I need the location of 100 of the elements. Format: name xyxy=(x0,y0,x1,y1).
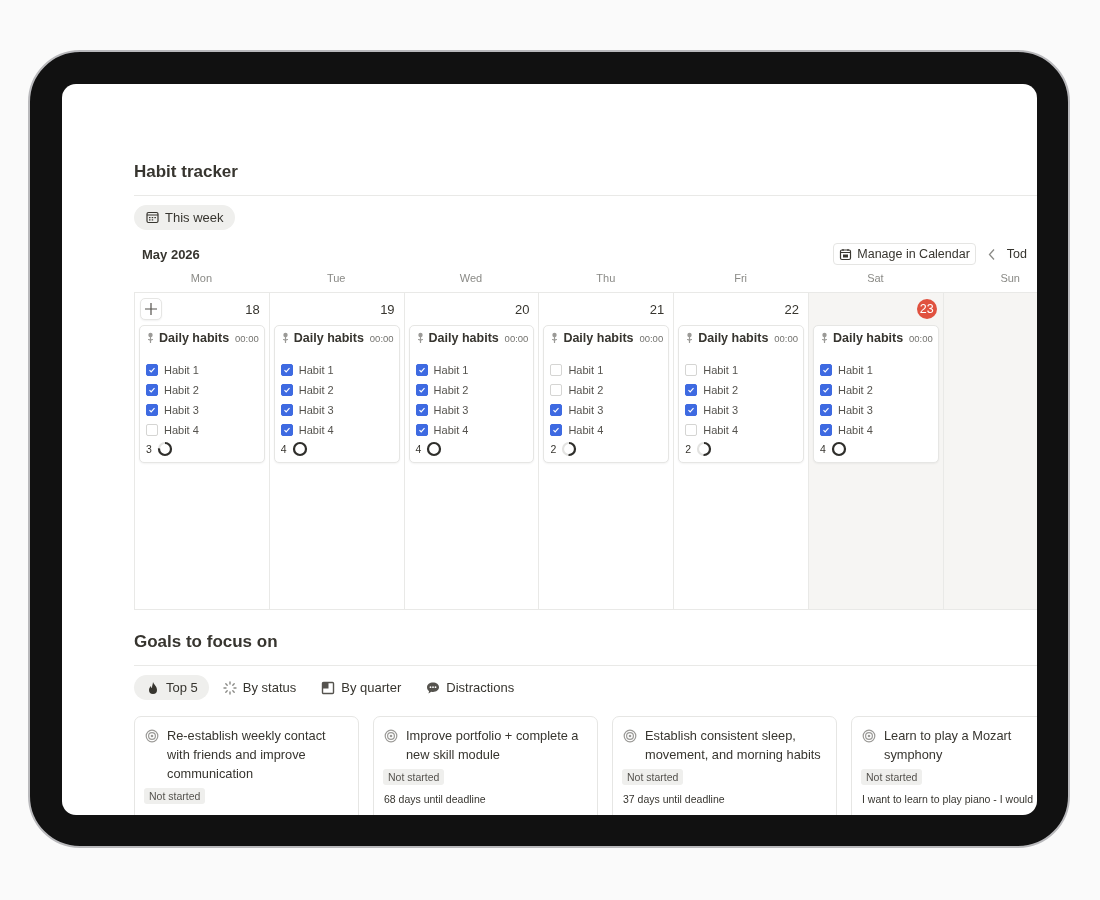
checkbox[interactable] xyxy=(280,423,293,436)
habit-label: Habit 3 xyxy=(568,403,604,416)
view-tab[interactable]: Top 5 xyxy=(134,675,209,700)
status-tag: Not started xyxy=(144,788,206,804)
event-card[interactable]: Daily habits 00:00 Habit 1 Habit 2 Habit 3 Habit 4 3 xyxy=(139,325,265,463)
habit-label: Habit 4 xyxy=(164,423,199,436)
square-icon xyxy=(321,680,336,695)
habit-label: Habit 1 xyxy=(568,363,604,376)
checkbox[interactable] xyxy=(820,363,832,376)
checkbox[interactable] xyxy=(820,403,832,416)
status-tag: Not started xyxy=(622,769,684,785)
flower-icon xyxy=(550,332,560,344)
day-cell[interactable]: 18 Daily habits 00:00 Habit 1 Habit 2 Habit 3 Habit 4 3 xyxy=(134,293,269,609)
weekday-label: Wed xyxy=(458,272,484,286)
date-number: 21 xyxy=(649,301,665,317)
checkbox[interactable] xyxy=(280,403,293,416)
habit-label: Habit 1 xyxy=(298,363,334,376)
date-number: 20 xyxy=(514,301,530,317)
date-number: 22 xyxy=(784,301,799,317)
target-icon xyxy=(384,729,398,743)
day-cell[interactable]: 23 Daily habits 00:00 Habit 1 Habit 2 Habit 3 Habit 4 4 xyxy=(808,293,943,609)
checkbox[interactable] xyxy=(550,403,563,416)
manage-calendar-button[interactable]: Manage in Calendar xyxy=(833,243,976,265)
habit-count: 2 xyxy=(550,443,557,455)
progress-ring xyxy=(830,441,847,457)
habit-label: Habit 1 xyxy=(838,363,873,376)
habit-label: Habit 4 xyxy=(568,423,604,436)
checkbox[interactable] xyxy=(820,423,832,436)
habit-label: Habit 3 xyxy=(703,403,739,416)
loading-icon xyxy=(222,680,237,695)
event-title: Daily habits xyxy=(428,331,499,345)
view-tab[interactable]: This week xyxy=(134,205,235,230)
calendar-icon xyxy=(839,247,853,261)
event-title: Daily habits xyxy=(563,331,634,345)
flower-icon xyxy=(146,332,155,344)
day-cell[interactable]: 21 Daily habits 00:00 Habit 1 Habit 2 Habit 3 Habit 4 2 xyxy=(538,293,674,609)
checkbox[interactable] xyxy=(685,383,698,396)
goal-title: Learn to play a Mozart symphony xyxy=(884,727,1013,764)
event-time: 00:00 xyxy=(774,332,798,344)
goal-card[interactable]: Re-establish weekly contact with friends and improve communication Not started xyxy=(134,716,359,815)
target-icon xyxy=(862,729,876,743)
plus-icon xyxy=(145,303,157,315)
habit-label: Habit 1 xyxy=(164,363,199,376)
day-cell[interactable]: 22 Daily habits 00:00 Habit 1 Habit 2 Habit 3 Habit 4 2 xyxy=(673,293,808,609)
checkbox[interactable] xyxy=(550,423,563,436)
checkbox[interactable] xyxy=(415,363,428,376)
habit-count: 4 xyxy=(415,443,422,455)
day-cell[interactable]: 19 Daily habits 00:00 Habit 1 Habit 2 Habit 3 Habit 4 4 xyxy=(268,293,404,609)
event-card[interactable]: Daily habits 00:00 Habit 1 Habit 2 Habit 3 Habit 4 4 xyxy=(813,325,939,463)
goal-title: Establish consistent sleep, movement, and morning habits xyxy=(645,727,822,764)
goal-detail: I want to learn to play piano - I would xyxy=(862,793,1034,805)
checkbox[interactable] xyxy=(820,383,832,396)
habit-label: Habit 2 xyxy=(433,383,469,396)
habit-count: 4 xyxy=(820,443,826,455)
habit-label: Habit 4 xyxy=(703,423,739,436)
event-card[interactable]: Daily habits 00:00 Habit 1 Habit 2 Habit 3 Habit 4 2 xyxy=(543,325,670,463)
weekday-label: Sun xyxy=(999,272,1021,286)
day-cell[interactable] xyxy=(942,293,1037,609)
section-title: Habit tracker xyxy=(134,162,239,182)
event-card[interactable]: Daily habits 00:00 Habit 1 Habit 2 Habit 3 Habit 4 4 xyxy=(273,325,400,463)
view-tab[interactable]: Distractions xyxy=(414,675,526,700)
progress-ring xyxy=(561,441,578,457)
checkbox[interactable] xyxy=(415,383,428,396)
event-title: Daily habits xyxy=(698,331,769,345)
checkbox[interactable] xyxy=(415,423,428,436)
checkbox[interactable] xyxy=(415,403,428,416)
event-time: 00:00 xyxy=(504,332,529,344)
checkbox[interactable] xyxy=(685,403,698,416)
day-cell[interactable]: 20 Daily habits 00:00 Habit 1 Habit 2 Habit 3 Habit 4 4 xyxy=(403,293,539,609)
view-tab[interactable]: By status xyxy=(210,675,308,700)
weekday-label: Mon xyxy=(189,272,214,286)
goal-card[interactable]: Improve portfolio + complete a new skill module Not started 68 days until deadline xyxy=(373,716,598,815)
today-button[interactable]: Tod xyxy=(1006,247,1027,261)
event-time: 00:00 xyxy=(235,332,259,344)
previous-week-button[interactable] xyxy=(987,247,996,261)
goal-card[interactable]: Establish consistent sleep, movement, and morning habits Not started 37 days until deadline xyxy=(612,716,837,815)
event-title: Daily habits xyxy=(293,331,364,345)
habit-label: Habit 4 xyxy=(298,423,334,436)
checkbox[interactable] xyxy=(280,363,293,376)
checkbox[interactable] xyxy=(146,383,158,396)
habit-label: Habit 2 xyxy=(838,383,873,396)
goal-card[interactable]: Learn to play a Mozart symphony Not started I want to learn to play piano - I would xyxy=(851,716,1037,815)
habit-label: Habit 1 xyxy=(703,363,739,376)
checkbox[interactable] xyxy=(146,403,158,416)
flower-icon xyxy=(415,332,425,344)
habit-label: Habit 3 xyxy=(164,403,199,416)
add-button[interactable] xyxy=(140,298,162,320)
checkbox[interactable] xyxy=(280,383,293,396)
weekday-label: Thu xyxy=(595,272,617,286)
habit-label: Habit 2 xyxy=(703,383,739,396)
view-tab[interactable]: By quarter xyxy=(309,675,413,700)
habit-label: Habit 4 xyxy=(838,423,873,436)
progress-ring xyxy=(291,441,308,457)
goal-title: Re-establish weekly contact with friends and improve communication xyxy=(167,727,327,783)
event-card[interactable]: Daily habits 00:00 Habit 1 Habit 2 Habit 3 Habit 4 4 xyxy=(408,325,535,463)
event-card[interactable]: Daily habits 00:00 Habit 1 Habit 2 Habit 3 Habit 4 2 xyxy=(678,325,804,463)
goal-detail: 37 days until deadline xyxy=(623,793,726,805)
weekday-label: Fri xyxy=(733,272,748,286)
progress-ring xyxy=(156,441,173,457)
checkbox[interactable] xyxy=(146,363,158,376)
